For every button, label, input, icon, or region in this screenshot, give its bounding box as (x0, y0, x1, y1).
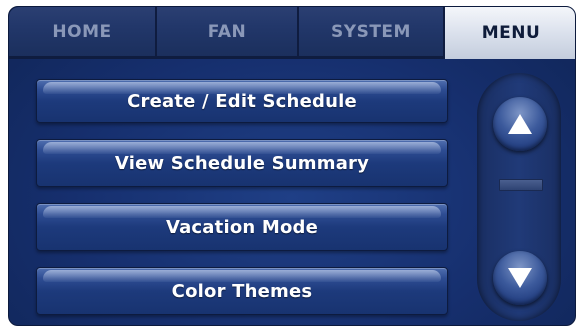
create-edit-schedule-button[interactable]: Create / Edit Schedule (36, 79, 448, 123)
tab-menu[interactable]: MENU (445, 7, 575, 59)
menu-item-label: Color Themes (171, 280, 313, 302)
triangle-down-icon (508, 268, 532, 288)
view-schedule-summary-button[interactable]: View Schedule Summary (36, 139, 448, 187)
tab-system[interactable]: SYSTEM (299, 7, 445, 59)
tab-home[interactable]: HOME (9, 7, 157, 59)
vacation-mode-button[interactable]: Vacation Mode (36, 203, 448, 251)
triangle-up-icon (508, 114, 532, 134)
menu-item-label: Vacation Mode (165, 216, 319, 238)
scroll-position-indicator (499, 179, 543, 191)
scroll-down-button[interactable] (493, 251, 547, 305)
top-tab-bar: HOME FAN SYSTEM MENU (9, 7, 575, 59)
scroll-up-button[interactable] (493, 97, 547, 151)
color-themes-button[interactable]: Color Themes (36, 267, 448, 315)
menu-item-label: Create / Edit Schedule (127, 90, 357, 112)
menu-item-label: View Schedule Summary (114, 152, 370, 174)
tab-fan[interactable]: FAN (157, 7, 299, 59)
thermostat-screen: HOME FAN SYSTEM MENU Create / Edit Sched… (8, 6, 576, 326)
